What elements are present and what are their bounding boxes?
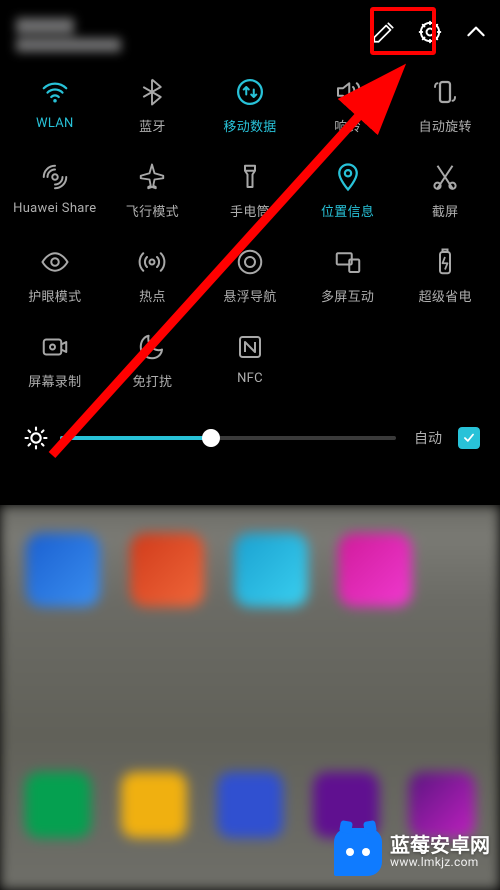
tile-eye-comfort[interactable]: 护眼模式 (6, 246, 104, 305)
app-icon (234, 533, 308, 607)
tile-hotspot[interactable]: 热点 (104, 246, 202, 305)
tile-label: 飞行模式 (126, 201, 179, 220)
tile-label: 热点 (139, 286, 166, 305)
brightness-icon (22, 424, 50, 452)
tile-label: 悬浮导航 (223, 286, 276, 305)
hotspot-icon (137, 247, 167, 277)
bluetooth-icon (137, 77, 167, 107)
nfc-icon (235, 332, 265, 362)
battery-icon (430, 247, 460, 277)
location-icon (333, 162, 363, 192)
tile-huawei-share[interactable]: Huawei Share (6, 161, 104, 220)
tile-multi-screen[interactable]: 多屏互动 (299, 246, 397, 305)
flashlight-icon (235, 162, 265, 192)
tile-label: 响铃 (334, 116, 361, 135)
huawei-share-icon (40, 162, 70, 192)
watermark-title: 蓝莓安卓网 (390, 834, 490, 856)
gear-icon (417, 19, 443, 45)
header-actions (370, 18, 490, 46)
auto-rotate-icon (430, 77, 460, 107)
airplane-icon (137, 162, 167, 192)
do-not-disturb-icon (137, 332, 167, 362)
eye-comfort-icon (40, 247, 70, 277)
check-icon (462, 431, 476, 445)
tile-label: 位置信息 (321, 201, 374, 220)
tile-label: 截屏 (432, 201, 459, 220)
tile-label: 免打扰 (132, 371, 172, 390)
tile-label: 多屏互动 (321, 286, 374, 305)
wifi-icon (40, 77, 70, 107)
panel-header (0, 0, 500, 64)
tile-nfc[interactable]: NFC (201, 331, 299, 390)
tile-airplane[interactable]: 飞行模式 (104, 161, 202, 220)
tile-float-nav[interactable]: 悬浮导航 (201, 246, 299, 305)
brightness-thumb[interactable] (202, 429, 220, 447)
tile-label: NFC (237, 371, 263, 386)
multi-screen-icon (333, 247, 363, 277)
tile-label: 屏幕录制 (28, 371, 81, 390)
tile-label: 蓝牙 (139, 116, 166, 135)
brightness-row: 自动 (0, 408, 500, 464)
tile-location[interactable]: 位置信息 (299, 161, 397, 220)
tile-screen-record[interactable]: 屏幕录制 (6, 331, 104, 390)
edit-button[interactable] (370, 18, 398, 46)
tile-label: 自动旋转 (419, 116, 472, 135)
tile-dnd[interactable]: 免打扰 (104, 331, 202, 390)
brightness-auto-label: 自动 (414, 428, 442, 448)
screenshot-icon (430, 162, 460, 192)
tile-sound[interactable]: 响铃 (299, 76, 397, 135)
collapse-button[interactable] (462, 18, 490, 46)
tile-power-save[interactable]: 超级省电 (396, 246, 494, 305)
watermark-logo (334, 828, 382, 876)
quick-settings-panel: WLAN 蓝牙 移动数据 响铃 自动旋转 Huawei Share 飞行模式 (0, 0, 500, 505)
tile-flashlight[interactable]: 手电筒 (201, 161, 299, 220)
tile-label: Huawei Share (13, 201, 96, 216)
app-icon (338, 533, 412, 607)
app-icon (130, 533, 204, 607)
tile-label: 手电筒 (230, 201, 270, 220)
brightness-auto-checkbox[interactable] (458, 427, 480, 449)
brightness-fill (60, 436, 211, 440)
header-date-area (10, 12, 370, 52)
float-nav-icon (235, 247, 265, 277)
tile-label: 超级省电 (419, 286, 472, 305)
tile-bluetooth[interactable]: 蓝牙 (104, 76, 202, 135)
chevron-up-icon (463, 19, 489, 45)
app-icon (25, 772, 91, 838)
sound-icon (333, 77, 363, 107)
app-icon (121, 772, 187, 838)
tile-mobile-data[interactable]: 移动数据 (201, 76, 299, 135)
tile-label: 护眼模式 (28, 286, 81, 305)
tile-wlan[interactable]: WLAN (6, 76, 104, 135)
app-icon (26, 533, 100, 607)
watermark: 蓝莓安卓网 www.lmkjz.com (334, 828, 490, 876)
brightness-slider[interactable] (60, 436, 396, 440)
settings-button[interactable] (416, 18, 444, 46)
tile-label: 移动数据 (223, 116, 276, 135)
tile-screenshot[interactable]: 截屏 (396, 161, 494, 220)
header-blur-line (16, 38, 121, 52)
quick-settings-grid: WLAN 蓝牙 移动数据 响铃 自动旋转 Huawei Share 飞行模式 (0, 64, 500, 390)
edit-icon (371, 19, 397, 45)
tile-auto-rotate[interactable]: 自动旋转 (396, 76, 494, 135)
header-blur-line (16, 18, 74, 34)
app-icon (217, 772, 283, 838)
mobile-data-icon (235, 77, 265, 107)
screen-record-icon (40, 332, 70, 362)
tile-label: WLAN (36, 116, 74, 131)
watermark-url: www.lmkjz.com (390, 856, 490, 869)
